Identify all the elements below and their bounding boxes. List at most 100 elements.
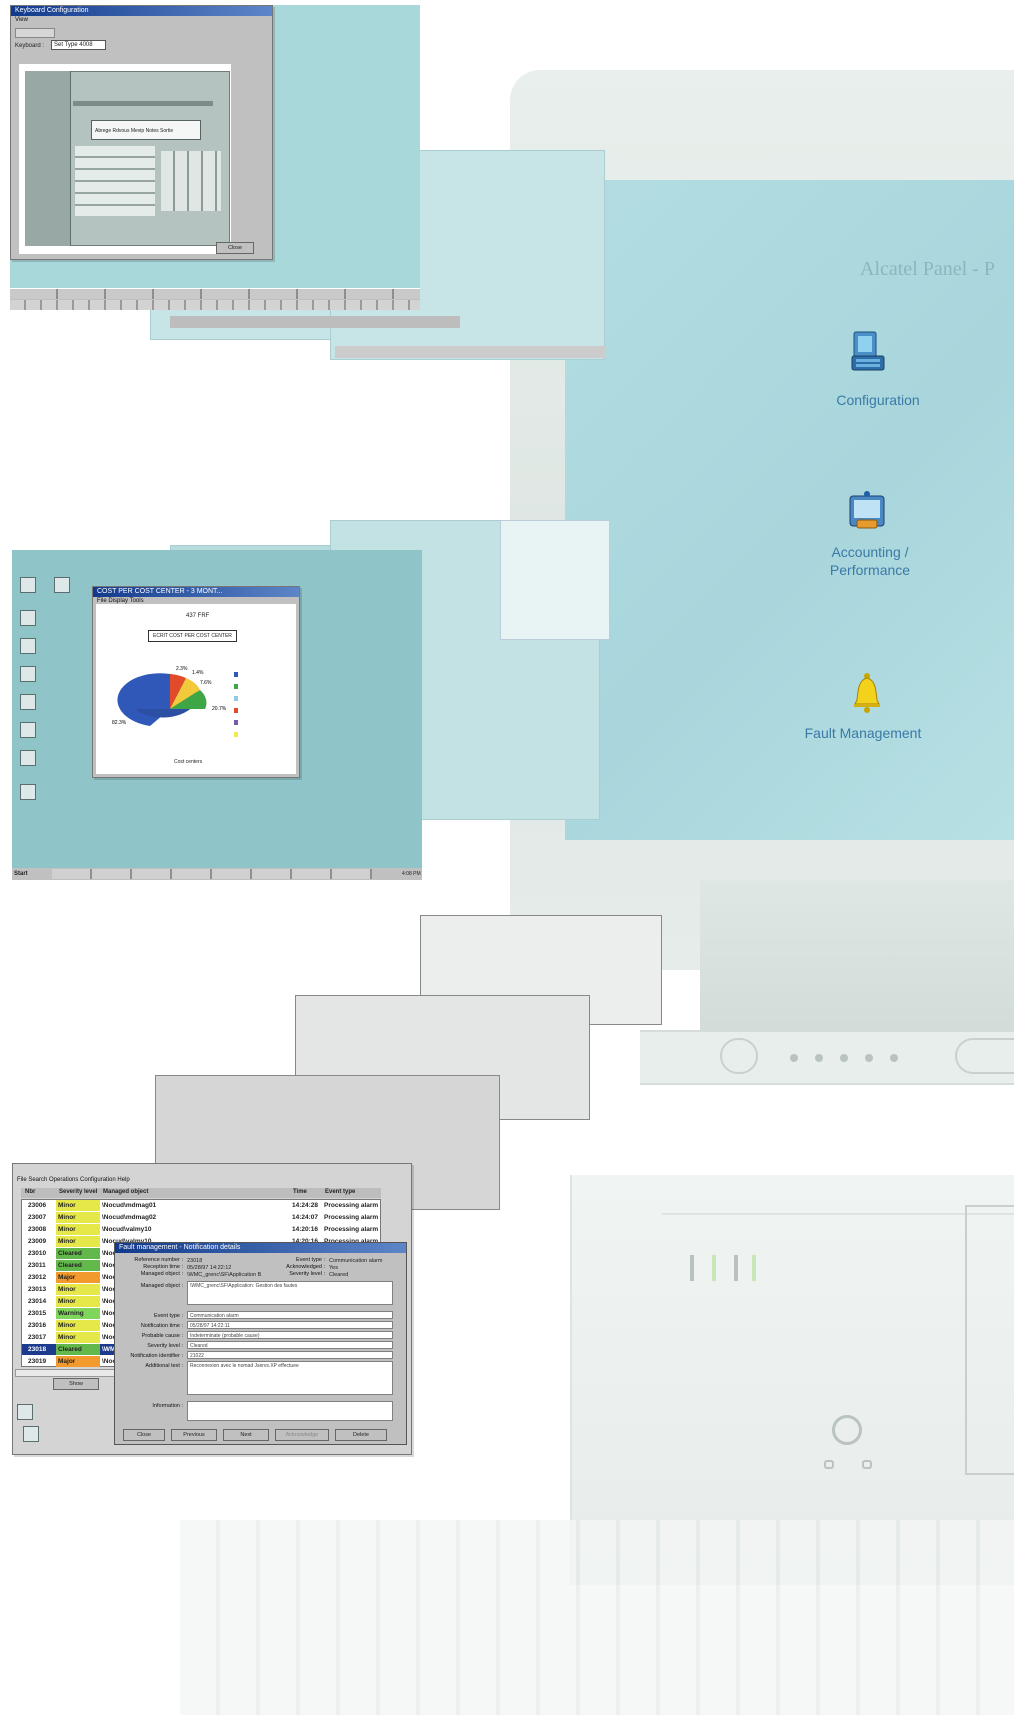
drive-bay: [965, 1205, 1014, 1475]
start-button[interactable]: Start: [14, 870, 28, 878]
row-nbr: 23012: [28, 1274, 47, 1281]
additional-text-field[interactable]: Reconnexion avec le nomad Jservs.XP effe…: [187, 1361, 393, 1395]
information-label: Information :: [152, 1403, 183, 1409]
power-button[interactable]: [832, 1415, 862, 1445]
previous-button[interactable]: Previous: [171, 1429, 217, 1441]
window-title: Keyboard Configuration: [11, 6, 272, 16]
severity-value: Cleared: [329, 1272, 349, 1278]
desktop-icon[interactable]: [20, 610, 36, 626]
row-managed-object: \Nocud\mdmag02: [102, 1214, 157, 1221]
event-type-field[interactable]: Communication alarm: [187, 1311, 393, 1319]
quick-launch-bar[interactable]: [10, 300, 420, 310]
desktop-icon[interactable]: [20, 784, 36, 800]
column-managed-object[interactable]: Managed object: [103, 1188, 293, 1196]
row-severity: Minor: [56, 1224, 100, 1235]
notification-time-field[interactable]: 05/28/97 14:22:11: [187, 1321, 393, 1329]
next-button[interactable]: Next: [223, 1429, 269, 1441]
row-nbr: 23019: [28, 1358, 47, 1365]
network-icon[interactable]: [54, 577, 70, 593]
row-nbr: 23013: [28, 1286, 47, 1293]
desktop-icon[interactable]: [20, 666, 36, 682]
row-event-type: Processing alarm: [324, 1202, 379, 1209]
select-button[interactable]: [955, 1038, 1014, 1074]
row-severity: Minor: [56, 1284, 100, 1295]
column-event-type[interactable]: Event type: [325, 1189, 355, 1195]
indicator-led: [815, 1054, 823, 1062]
column-time[interactable]: Time: [293, 1188, 325, 1196]
fault-management-bell-icon[interactable]: [852, 672, 882, 714]
additional-text-label: Additional text :: [145, 1363, 183, 1369]
notification-id-label: Notification identifier :: [130, 1353, 183, 1359]
window-title: Fault management - Notification details: [115, 1243, 406, 1253]
severity-field[interactable]: Cleared: [187, 1341, 393, 1349]
indicator-led: [840, 1054, 848, 1062]
acknowledge-button[interactable]: Acknowledge: [275, 1429, 329, 1441]
reference-label: Reference number :: [134, 1257, 183, 1263]
keyboard-label: Keyboard :: [15, 43, 45, 49]
managed-object-field[interactable]: \WMC_grenc\SF\Application: Gestion des f…: [187, 1281, 393, 1305]
panel-title: Alcatel Panel - P: [860, 258, 995, 280]
row-nbr: 23018: [28, 1346, 47, 1353]
configuration-label[interactable]: Configuration: [798, 391, 958, 409]
delete-button[interactable]: Delete: [335, 1429, 387, 1441]
row-nbr: 23007: [28, 1214, 47, 1221]
table-row[interactable]: 23006 Minor \Nocud\mdmag01 14:24:28 Processi…: [22, 1200, 382, 1211]
indicator-bar: [690, 1255, 694, 1281]
desktop-icon[interactable]: [17, 1404, 33, 1420]
show-button[interactable]: Show: [53, 1378, 99, 1390]
close-button[interactable]: Close: [216, 242, 254, 254]
desktop-icon[interactable]: [20, 722, 36, 738]
managed-label: Managed object :: [140, 1271, 183, 1277]
row-nbr: 23014: [28, 1298, 47, 1305]
my-computer-icon[interactable]: [20, 577, 36, 593]
row-nbr: 23010: [28, 1250, 47, 1257]
taskbar: Start 4:08 PM: [12, 868, 422, 880]
desktop-icon[interactable]: [20, 694, 36, 710]
close-button[interactable]: Close: [123, 1429, 165, 1441]
desktop-icon[interactable]: [23, 1426, 39, 1442]
taskbar: [10, 288, 420, 310]
indicator-led: [890, 1054, 898, 1062]
window-title: COST PER COST CENTER - 3 MONT...: [93, 587, 299, 597]
severity-label: Severity level :: [289, 1271, 325, 1277]
menu-view[interactable]: View: [11, 16, 272, 25]
legend-swatch: [234, 732, 238, 737]
accounting-performance-icon[interactable]: [847, 490, 887, 534]
column-severity[interactable]: Severity level: [59, 1188, 103, 1196]
taskbar-buttons[interactable]: [10, 289, 420, 299]
reset-button[interactable]: [720, 1038, 758, 1074]
pie-label: 20.7%: [212, 706, 227, 712]
program-keys[interactable]: [75, 146, 155, 216]
softkey-labels: Abrege Rdvous Mevip Notes Sortie: [95, 128, 174, 134]
row-event-type: Processing alarm: [324, 1214, 379, 1221]
event-type-label: Event type :: [295, 1257, 325, 1263]
legend-swatch: [234, 672, 238, 677]
fault-management-label[interactable]: Fault Management: [783, 724, 943, 742]
phone-display: Abrege Rdvous Mevip Notes Sortie: [91, 120, 201, 140]
dial-keypad[interactable]: [161, 151, 221, 211]
horizontal-scrollbar[interactable]: [15, 1369, 115, 1377]
row-nbr: 23017: [28, 1334, 47, 1341]
table-row[interactable]: 23007 Minor \Nocud\mdmag02 14:24:07 Processi…: [22, 1212, 382, 1223]
taskbar-buttons[interactable]: [52, 869, 372, 879]
row-time: 14:24:07: [292, 1214, 319, 1221]
keyboard: [180, 1520, 1014, 1715]
stacked-taskbar: [335, 346, 605, 358]
configuration-icon[interactable]: [850, 330, 886, 374]
column-nbr[interactable]: Nbr: [21, 1188, 59, 1196]
menu-bar[interactable]: File Search Operations Configuration Hel…: [13, 1176, 411, 1185]
row-nbr: 23009: [28, 1238, 47, 1245]
table-row[interactable]: 23008 Minor \Nocud\valmy10 14:20:16 Processi…: [22, 1224, 382, 1235]
taskbar-clock: 4:08 PM: [402, 871, 421, 877]
row-severity: Warning: [56, 1308, 100, 1319]
desktop-icon[interactable]: [20, 638, 36, 654]
indicator-led: [865, 1054, 873, 1062]
notification-id-field[interactable]: 21022: [187, 1351, 393, 1359]
lock-icon: [824, 1460, 834, 1469]
accounting-performance-label[interactable]: Accounting / Performance: [790, 543, 950, 579]
information-field[interactable]: [187, 1401, 393, 1421]
desktop-icon[interactable]: [20, 750, 36, 766]
probable-cause-field[interactable]: Indeterminate (probable cause): [187, 1331, 393, 1339]
keyboard-select[interactable]: Set Type 4008: [51, 40, 106, 50]
chart-canvas: 437 FRF ECRIT COST PER COST CENTER 82.3%…: [96, 604, 296, 774]
